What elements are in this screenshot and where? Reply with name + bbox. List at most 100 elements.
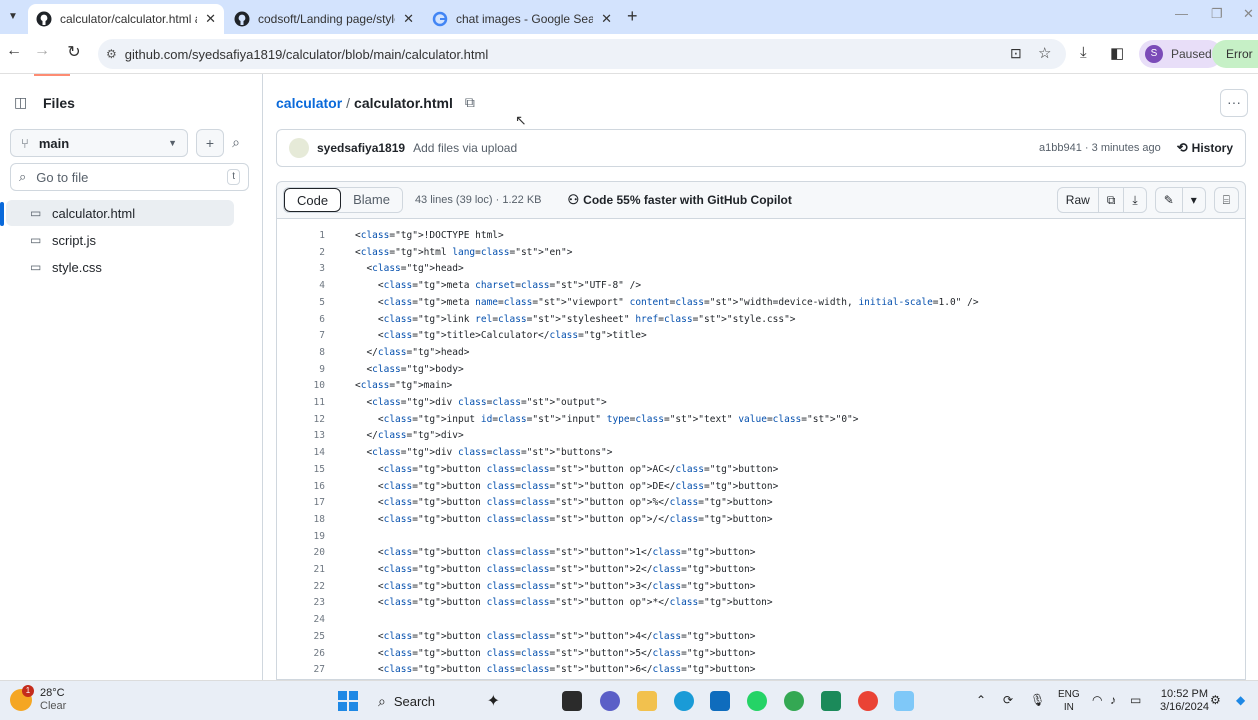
copilot-promo[interactable]: ⚇ Code 55% faster with GitHub Copilot bbox=[568, 192, 792, 208]
line-number[interactable]: 27 bbox=[277, 661, 325, 678]
windows-start-icon[interactable] bbox=[338, 691, 358, 711]
sync-icon[interactable]: ⟳ bbox=[1003, 693, 1013, 707]
search-icon[interactable]: ⌕ bbox=[222, 129, 250, 157]
commit-author[interactable]: syedsafiya1819 bbox=[317, 141, 405, 155]
code-line: 4 <class="tg">meta charset=class="st">"U… bbox=[277, 277, 1245, 294]
taskbar-search[interactable]: ⌕ Search ✦ bbox=[370, 687, 500, 715]
battery-icon[interactable]: ▭ bbox=[1130, 693, 1141, 707]
line-number[interactable]: 12 bbox=[277, 411, 325, 428]
blame-tab[interactable]: Blame bbox=[341, 188, 402, 212]
side-panel-icon[interactable]: ◧ bbox=[1110, 44, 1124, 62]
microsoft-store-icon[interactable] bbox=[710, 691, 730, 711]
line-number[interactable]: 7 bbox=[277, 327, 325, 344]
close-tab-icon[interactable]: ✕ bbox=[601, 11, 612, 27]
line-number[interactable]: 13 bbox=[277, 427, 325, 444]
error-button[interactable]: Error bbox=[1212, 40, 1258, 68]
chrome-profile-icon[interactable] bbox=[858, 691, 878, 711]
show-hidden-icons-chevron[interactable]: ⌃ bbox=[976, 693, 986, 707]
file-item-script-js[interactable]: ▭ script.js bbox=[6, 227, 234, 253]
line-number[interactable]: 9 bbox=[277, 361, 325, 378]
gear-icon[interactable]: ⚙ bbox=[1210, 693, 1221, 707]
line-number[interactable]: 20 bbox=[277, 544, 325, 561]
avatar[interactable] bbox=[289, 138, 309, 158]
install-app-icon[interactable]: ⊡ bbox=[1010, 45, 1022, 62]
line-number[interactable]: 21 bbox=[277, 561, 325, 578]
microphone-icon[interactable]: 🎙 bbox=[1030, 693, 1045, 707]
add-file-button[interactable]: + bbox=[196, 129, 224, 157]
code-viewer[interactable]: 1 <class="tg">!DOCTYPE html> 2 <class="tg">… bbox=[276, 219, 1246, 680]
line-number[interactable]: 8 bbox=[277, 344, 325, 361]
address-bar[interactable]: ⚙ github.com/syedsafiya1819/calculator/b… bbox=[98, 39, 1066, 69]
new-tab-button[interactable]: + bbox=[627, 6, 638, 27]
commit-sha-time[interactable]: a1bb941 · 3 minutes ago bbox=[1039, 142, 1161, 154]
profile-button[interactable]: S Paused bbox=[1139, 40, 1222, 68]
bookmark-star-icon[interactable]: ☆ bbox=[1038, 44, 1051, 62]
edit-pencil-icon[interactable]: ✎ bbox=[1154, 187, 1183, 213]
close-tab-icon[interactable]: ✕ bbox=[403, 11, 414, 27]
task-view-icon[interactable] bbox=[562, 691, 582, 711]
line-number[interactable]: 6 bbox=[277, 311, 325, 328]
chrome-icon[interactable] bbox=[784, 691, 804, 711]
tab-calculator[interactable]: calculator/calculator.html at m ✕ bbox=[28, 4, 224, 34]
line-number[interactable]: 11 bbox=[277, 394, 325, 411]
site-info-icon[interactable]: ⚙ bbox=[106, 47, 117, 61]
history-button[interactable]: ⟲ History bbox=[1177, 140, 1233, 156]
tab-codsoft[interactable]: codsoft/Landing page/styles.cs ✕ bbox=[226, 4, 422, 34]
snipping-tool-icon[interactable] bbox=[894, 691, 914, 711]
tab-title: codsoft/Landing page/styles.cs bbox=[258, 12, 395, 26]
line-number[interactable]: 5 bbox=[277, 294, 325, 311]
excel-sheet-icon[interactable] bbox=[821, 691, 841, 711]
collapse-sidebar-icon[interactable]: ◫ bbox=[14, 94, 27, 111]
copilot-taskbar-icon[interactable]: ◆ bbox=[1236, 693, 1245, 707]
line-number[interactable]: 15 bbox=[277, 461, 325, 478]
copy-path-icon[interactable]: ⧉ bbox=[465, 94, 475, 111]
symbols-panel-icon[interactable]: ⌸ bbox=[1213, 187, 1239, 213]
line-number[interactable]: 19 bbox=[277, 528, 325, 545]
copy-raw-icon[interactable]: ⧉ bbox=[1097, 187, 1125, 213]
line-number[interactable]: 23 bbox=[277, 594, 325, 611]
line-number[interactable]: 10 bbox=[277, 377, 325, 394]
line-number[interactable]: 22 bbox=[277, 578, 325, 595]
close-window-icon[interactable]: ✕ bbox=[1243, 6, 1254, 22]
forward-arrow-icon[interactable]: → bbox=[30, 42, 54, 60]
back-arrow-icon[interactable]: ← bbox=[2, 42, 26, 60]
line-number[interactable]: 3 bbox=[277, 260, 325, 277]
whatsapp-icon[interactable] bbox=[747, 691, 767, 711]
system-clock[interactable]: 10:52 PM 3/16/2024 bbox=[1160, 688, 1209, 714]
close-tab-icon[interactable]: ✕ bbox=[205, 11, 216, 27]
line-number[interactable]: 2 bbox=[277, 244, 325, 261]
line-number[interactable]: 4 bbox=[277, 277, 325, 294]
restore-icon[interactable]: ❐ bbox=[1211, 6, 1223, 22]
minimize-icon[interactable]: — bbox=[1175, 6, 1188, 21]
wifi-icon[interactable]: ◠ bbox=[1092, 693, 1102, 707]
reload-icon[interactable]: ↻ bbox=[62, 42, 86, 62]
line-number[interactable]: 16 bbox=[277, 478, 325, 495]
raw-button[interactable]: Raw bbox=[1056, 187, 1099, 213]
tab-search-chevron-icon[interactable]: ▼ bbox=[4, 8, 22, 26]
line-number[interactable]: 14 bbox=[277, 444, 325, 461]
line-number[interactable]: 25 bbox=[277, 628, 325, 645]
commit-message[interactable]: Add files via upload bbox=[413, 141, 517, 155]
file-explorer-icon[interactable] bbox=[637, 691, 657, 711]
branch-selector[interactable]: ⑂ main ▼ bbox=[10, 129, 188, 157]
file-item-style-css[interactable]: ▭ style.css bbox=[6, 254, 234, 280]
input-language[interactable]: ENG IN bbox=[1058, 688, 1080, 714]
edge-browser-icon[interactable] bbox=[674, 691, 694, 711]
file-item-calculator-html[interactable]: ▭ calculator.html bbox=[6, 200, 234, 226]
line-number[interactable]: 1 bbox=[277, 227, 325, 244]
code-tab[interactable]: Code bbox=[284, 188, 342, 212]
more-options-icon[interactable]: ··· bbox=[1220, 89, 1248, 117]
line-number[interactable]: 18 bbox=[277, 511, 325, 528]
line-number[interactable]: 26 bbox=[277, 645, 325, 662]
line-number[interactable]: 17 bbox=[277, 494, 325, 511]
teams-chat-icon[interactable] bbox=[600, 691, 620, 711]
go-to-file-input[interactable]: ⌕ Go to file t bbox=[10, 163, 249, 191]
breadcrumb-repo-link[interactable]: calculator bbox=[276, 95, 342, 111]
volume-icon[interactable]: ♪ bbox=[1110, 693, 1116, 707]
download-icon[interactable]: ⤓ bbox=[1123, 187, 1147, 213]
downloads-icon[interactable]: ⤓ bbox=[1080, 44, 1087, 61]
tab-google-search[interactable]: chat images - Google Search ✕ bbox=[424, 4, 620, 34]
weather-widget[interactable]: 1 28°C Clear bbox=[10, 685, 66, 713]
line-number[interactable]: 24 bbox=[277, 611, 325, 628]
edit-dropdown-chevron-icon[interactable]: ▾ bbox=[1181, 187, 1206, 213]
